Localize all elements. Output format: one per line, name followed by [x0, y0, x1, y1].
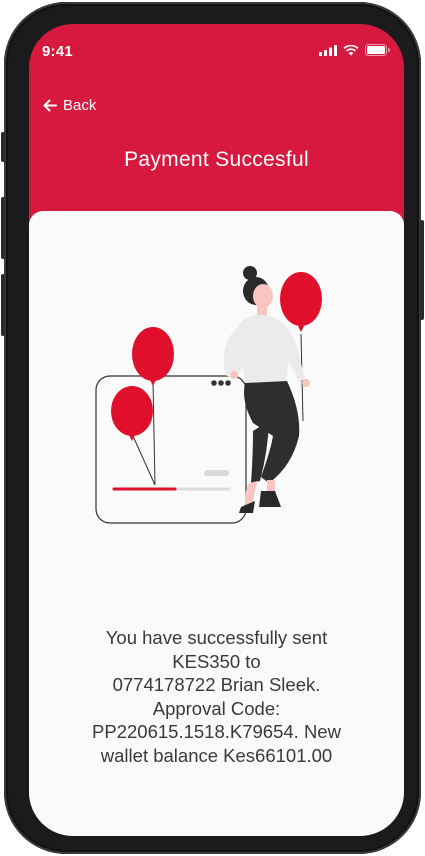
status-bar: 9:41 — [29, 24, 404, 68]
message-line: wallet balance Kes66101.00 — [100, 744, 333, 766]
payment-success-message: You have successfully sent KES350 to 077… — [59, 626, 374, 767]
arrow-left-icon — [43, 99, 57, 112]
phone-volume-up-button — [1, 197, 5, 259]
phone-frame: 9:41 Back Payment Succesful You have suc… — [1, 2, 424, 854]
message-line: Approval Code: — [152, 697, 281, 719]
back-label: Back — [63, 97, 97, 114]
phone-power-button — [420, 220, 424, 320]
message-line: PP220615.1518.K79654. New — [92, 721, 341, 742]
phone-volume-down-button — [1, 274, 5, 336]
message-line: You have successfully sent — [105, 627, 328, 648]
phone-side-button — [1, 132, 5, 162]
status-time: 9:41 — [42, 43, 73, 60]
content-card: You have successfully sent KES350 to 077… — [29, 211, 404, 836]
woman-with-balloons-illustration — [95, 266, 322, 524]
status-icons — [319, 44, 390, 56]
battery-icon — [365, 44, 390, 56]
back-button[interactable]: Back — [43, 97, 96, 114]
message-line: 0774178722 Brian Sleek. — [112, 674, 321, 695]
signal-icon — [319, 44, 337, 56]
page-title: Payment Succesful — [124, 148, 309, 171]
message-line: KES350 to — [172, 650, 261, 672]
screen: 9:41 Back Payment Succesful You have suc… — [29, 24, 404, 836]
wifi-icon — [343, 44, 359, 55]
